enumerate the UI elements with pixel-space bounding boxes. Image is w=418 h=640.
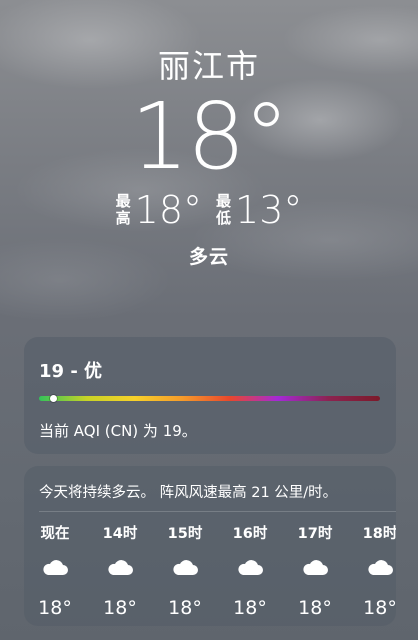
low-temperature: 最 低 13°	[216, 190, 302, 230]
city-name: 丽江市	[157, 47, 260, 85]
hourly-forecast-list[interactable]: 现在 18° 14时 18° 15时 18° 16时 18° 17时 18° 1…	[24, 524, 396, 624]
cloud-icon	[173, 560, 198, 575]
low-label: 最 低	[216, 192, 232, 227]
hour-item: 14时 18°	[95, 524, 145, 620]
high-value: 18°	[134, 188, 202, 232]
low-value: 13°	[235, 188, 303, 232]
hour-temperature: 18°	[103, 597, 137, 619]
hourly-forecast-card[interactable]: 今天将持续多云。 阵风风速最高 21 公里/时。 现在 18° 14时 18° …	[24, 466, 396, 626]
current-temperature: 18°	[130, 83, 289, 190]
cloud-icon	[43, 560, 68, 575]
forecast-summary: 今天将持续多云。 阵风风速最高 21 公里/时。	[39, 485, 338, 501]
aqi-description: 当前 AQI (CN) 为 19。	[39, 422, 197, 440]
hour-temperature: 18°	[363, 597, 396, 619]
hour-temperature: 18°	[298, 597, 332, 619]
hour-temperature: 18°	[168, 597, 202, 619]
divider	[39, 511, 396, 512]
aqi-title: 19 - 优	[39, 361, 103, 382]
cloud-icon	[303, 560, 328, 575]
cloud-icon	[238, 560, 263, 575]
hour-item: 现在 18°	[30, 524, 80, 620]
hour-label: 17时	[297, 526, 333, 542]
hour-temperature: 18°	[38, 597, 72, 619]
hour-item: 17时 18°	[290, 524, 340, 620]
hour-label: 现在	[40, 526, 70, 542]
high-temperature: 最 高 18°	[116, 190, 202, 230]
cloud-icon	[108, 560, 133, 575]
cloud-icon	[368, 560, 393, 575]
weather-condition: 多云	[188, 246, 229, 268]
air-quality-card[interactable]: 19 - 优 当前 AQI (CN) 为 19。	[24, 337, 396, 454]
hour-item: 16时 18°	[225, 524, 275, 620]
high-label: 最 高	[115, 192, 131, 227]
hour-item: 18时 18°	[355, 524, 396, 620]
high-low-temperatures: 最 高 18° 最 低 13°	[0, 190, 418, 230]
aqi-indicator-dot	[50, 395, 57, 402]
hour-label: 15时	[167, 526, 203, 542]
hour-label: 14时	[102, 526, 138, 542]
hour-temperature: 18°	[233, 597, 267, 619]
weather-header: 丽江市 18° 最 高 18° 最 低 13° 多云	[0, 44, 418, 269]
hour-label: 16时	[232, 526, 268, 542]
hour-item: 15时 18°	[160, 524, 210, 620]
aqi-scale-bar	[39, 396, 380, 401]
hour-label: 18时	[362, 526, 396, 542]
